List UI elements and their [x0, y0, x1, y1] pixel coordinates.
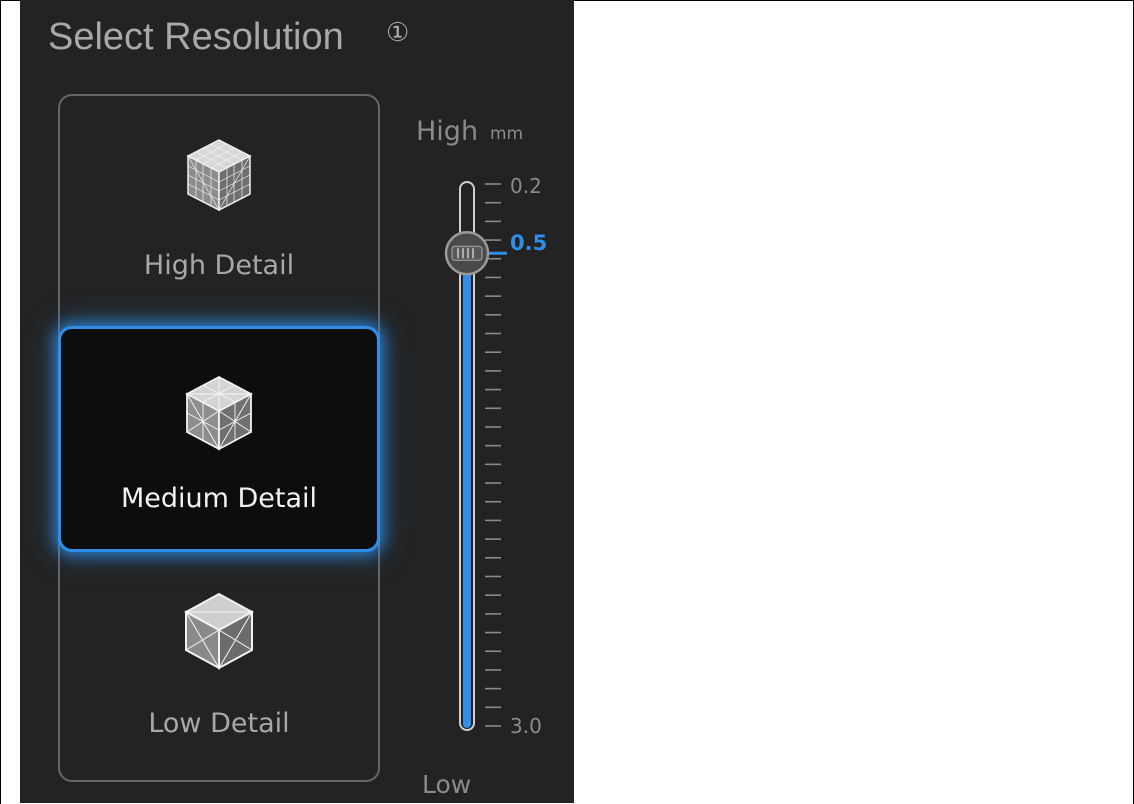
slider-thumb[interactable] [444, 230, 490, 276]
high-detail-cube-icon [186, 139, 252, 212]
option-label: Medium Detail [120, 483, 318, 514]
option-high-detail[interactable]: High Detail [58, 100, 380, 320]
slider-current-value: 0.5 [510, 231, 548, 255]
slider-track-fill [463, 253, 471, 728]
resolution-panel: Select Resolution ① High Detail Medium D… [20, 0, 574, 803]
slider-unit-label: mm [490, 124, 524, 144]
option-label: Low Detail [148, 708, 290, 739]
low-detail-cube-icon [184, 592, 254, 670]
slider-low-label: Low [422, 770, 472, 799]
slider-high-label: High [416, 116, 479, 147]
info-icon[interactable]: ① [386, 18, 409, 48]
slider-ticks [485, 183, 501, 727]
option-low-detail[interactable]: Low Detail [58, 566, 380, 776]
medium-detail-cube-icon [185, 375, 253, 451]
panel-title: Select Resolution [48, 16, 344, 58]
resolution-slider[interactable] [415, 170, 515, 740]
option-label: High Detail [143, 250, 295, 281]
option-medium-detail[interactable]: Medium Detail [58, 326, 380, 552]
